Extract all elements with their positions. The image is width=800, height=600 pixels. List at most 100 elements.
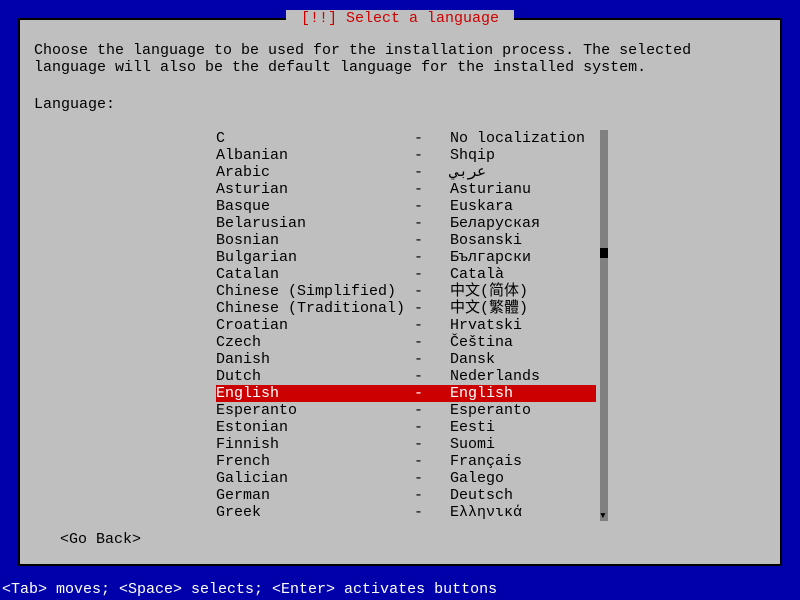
separator: - [414, 385, 450, 402]
language-native: Asturianu [450, 181, 531, 198]
separator: - [414, 453, 450, 470]
language-name: Belarusian [216, 215, 414, 232]
language-row[interactable]: Arabic- عربي [216, 164, 596, 181]
language-name: English [216, 385, 414, 402]
separator: - [414, 215, 450, 232]
language-native: Čeština [450, 334, 513, 351]
language-row[interactable]: Bosnian- Bosanski [216, 232, 596, 249]
language-name: Galician [216, 470, 414, 487]
go-back-button[interactable]: <Go Back> [60, 531, 141, 548]
language-native: Suomi [450, 436, 495, 453]
language-row[interactable]: Asturian- Asturianu [216, 181, 596, 198]
language-row[interactable]: Estonian- Eesti [216, 419, 596, 436]
language-native: Shqip [450, 147, 495, 164]
language-name: German [216, 487, 414, 504]
separator: - [414, 232, 450, 249]
language-native: Беларуская [450, 215, 540, 232]
language-row[interactable]: German- Deutsch [216, 487, 596, 504]
language-name: Asturian [216, 181, 414, 198]
language-row[interactable]: Albanian- Shqip [216, 147, 596, 164]
language-name: Albanian [216, 147, 414, 164]
language-name: Basque [216, 198, 414, 215]
language-name: Dutch [216, 368, 414, 385]
dialog-panel: [!!] Select a language Choose the langua… [18, 18, 782, 566]
language-name: Greek [216, 504, 414, 521]
language-native: Esperanto [450, 402, 531, 419]
language-row[interactable]: Basque- Euskara [216, 198, 596, 215]
language-native: 中文(繁體) [450, 300, 528, 317]
language-name: Danish [216, 351, 414, 368]
language-row[interactable]: Belarusian- Беларуская [216, 215, 596, 232]
language-native: 中文(简体) [450, 283, 528, 300]
language-row[interactable]: Dutch- Nederlands [216, 368, 596, 385]
language-native: No localization [450, 130, 585, 147]
language-row[interactable]: Chinese (Traditional)- 中文(繁體) [216, 300, 596, 317]
language-native: Bosanski [450, 232, 522, 249]
language-native: Eesti [450, 419, 495, 436]
language-row[interactable]: Croatian- Hrvatski [216, 317, 596, 334]
separator: - [414, 419, 450, 436]
separator: - [414, 181, 450, 198]
separator: - [414, 266, 450, 283]
language-name: Estonian [216, 419, 414, 436]
separator: - [414, 470, 450, 487]
language-name: Bulgarian [216, 249, 414, 266]
language-native: Dansk [450, 351, 495, 368]
language-row[interactable]: Esperanto- Esperanto [216, 402, 596, 419]
scrollbar-thumb[interactable] [600, 248, 608, 258]
language-row[interactable]: Bulgarian- Български [216, 249, 596, 266]
language-row[interactable]: English- English [216, 385, 596, 402]
language-native: Hrvatski [450, 317, 522, 334]
key-hints: <Tab> moves; <Space> selects; <Enter> ac… [2, 581, 497, 598]
language-row[interactable]: C- No localization [216, 130, 596, 147]
separator: - [414, 198, 450, 215]
language-name: Croatian [216, 317, 414, 334]
language-row[interactable]: Galician- Galego [216, 470, 596, 487]
language-name: Czech [216, 334, 414, 351]
language-row[interactable]: Catalan- Català [216, 266, 596, 283]
separator: - [414, 368, 450, 385]
separator: - [414, 334, 450, 351]
language-row[interactable]: Danish- Dansk [216, 351, 596, 368]
language-native: Français [450, 453, 522, 470]
language-row[interactable]: French- Français [216, 453, 596, 470]
dialog-description: Choose the language to be used for the i… [34, 42, 766, 76]
language-row[interactable]: Czech- Čeština [216, 334, 596, 351]
language-native: English [450, 385, 513, 402]
separator: - [414, 147, 450, 164]
separator: - [414, 504, 450, 521]
separator: - [414, 317, 450, 334]
dialog-title: [!!] Select a language [286, 10, 514, 27]
language-name: Arabic [216, 164, 414, 181]
language-native: Български [450, 249, 531, 266]
language-name: Bosnian [216, 232, 414, 249]
language-native: Deutsch [450, 487, 513, 504]
language-name: Esperanto [216, 402, 414, 419]
language-name: Chinese (Simplified) [216, 283, 414, 300]
language-name: French [216, 453, 414, 470]
language-label: Language: [34, 96, 115, 113]
language-list[interactable]: C- No localizationAlbanian- ShqipArabic-… [216, 130, 596, 521]
separator: - [414, 351, 450, 368]
separator: - [414, 283, 450, 300]
separator: - [414, 164, 450, 181]
language-native: Ελληνικά [450, 504, 522, 521]
language-name: Finnish [216, 436, 414, 453]
scroll-down-icon[interactable]: ▾ [599, 507, 607, 524]
separator: - [414, 130, 450, 147]
separator: - [414, 300, 450, 317]
separator: - [414, 436, 450, 453]
language-name: C [216, 130, 414, 147]
language-row[interactable]: Greek- Ελληνικά [216, 504, 596, 521]
language-row[interactable]: Finnish- Suomi [216, 436, 596, 453]
separator: - [414, 487, 450, 504]
scrollbar-track[interactable] [600, 130, 608, 521]
language-name: Catalan [216, 266, 414, 283]
language-row[interactable]: Chinese (Simplified)- 中文(简体) [216, 283, 596, 300]
language-native: Euskara [450, 198, 513, 215]
separator: - [414, 249, 450, 266]
language-native: Nederlands [450, 368, 540, 385]
language-native: Galego [450, 470, 504, 487]
language-native: عربي [450, 164, 486, 181]
language-name: Chinese (Traditional) [216, 300, 414, 317]
